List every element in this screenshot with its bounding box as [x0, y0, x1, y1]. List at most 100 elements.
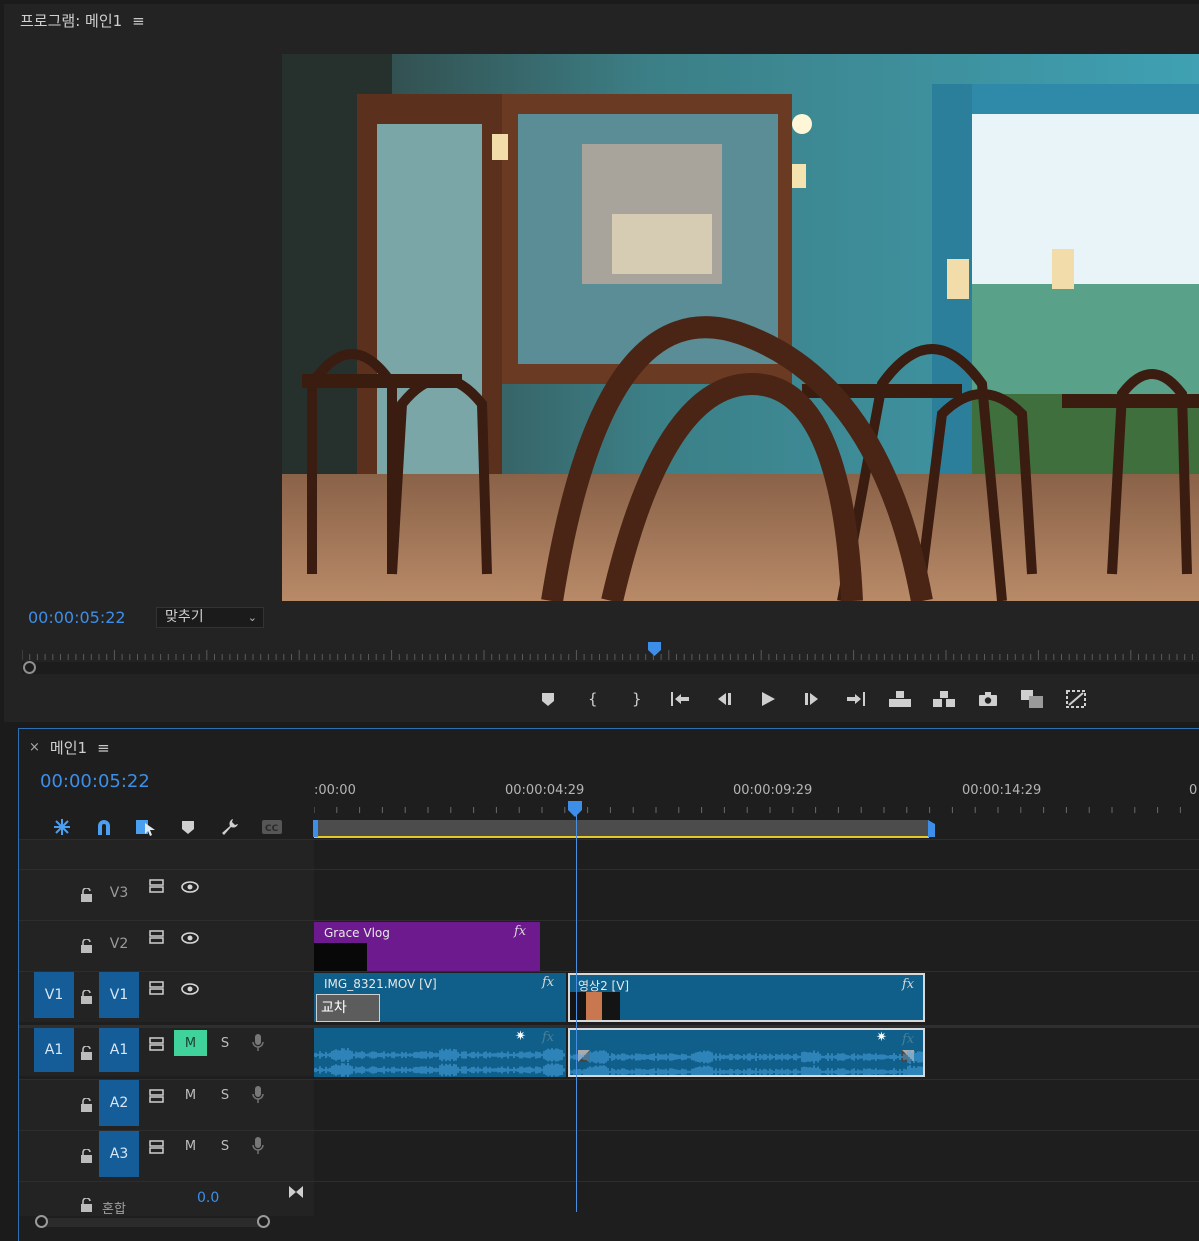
linked-selection-icon[interactable] — [125, 817, 167, 837]
track-area-v2[interactable]: Grace Vlog fx — [314, 921, 1199, 971]
audio-waveform — [570, 1050, 923, 1075]
source-patch-a1[interactable]: A1 — [34, 1028, 74, 1072]
add-marker-icon[interactable] — [167, 817, 209, 837]
panel-menu-icon[interactable]: ≡ — [97, 739, 110, 757]
wrench-icon[interactable] — [209, 817, 251, 837]
microphone-icon[interactable] — [252, 1034, 264, 1052]
sequence-title[interactable]: 메인1 — [50, 737, 87, 758]
lock-icon[interactable] — [80, 990, 94, 1004]
track-target-a3[interactable]: A3 — [99, 1131, 139, 1177]
timeline-zoom-scrollbar[interactable] — [35, 1215, 270, 1228]
add-marker-icon[interactable] — [526, 688, 570, 710]
eye-icon[interactable] — [181, 932, 199, 944]
overwrite-icon[interactable] — [1054, 688, 1098, 710]
lock-icon[interactable] — [80, 1198, 94, 1212]
track-target-v2[interactable]: V2 — [99, 921, 139, 967]
eye-icon[interactable] — [181, 983, 199, 995]
captions-icon[interactable]: CC — [251, 817, 293, 837]
panel-menu-icon[interactable]: ≡ — [132, 12, 145, 30]
track-target-v3[interactable]: V3 — [99, 870, 139, 916]
ruler-label: 0 — [1189, 783, 1198, 798]
work-area-bar[interactable] — [314, 820, 929, 837]
track-area-a2[interactable] — [314, 1080, 1199, 1130]
program-monitor-title[interactable]: 프로그램: 메인1 — [20, 10, 122, 31]
video-preview[interactable] — [282, 54, 1199, 601]
sync-lock-icon[interactable] — [149, 879, 165, 893]
track-target-v1[interactable]: V1 — [99, 972, 139, 1018]
solo-button-a3[interactable]: S — [217, 1133, 233, 1159]
playhead-timecode[interactable]: 00:00:05:22 — [28, 608, 126, 627]
play-icon[interactable] — [746, 688, 790, 710]
track-area-v1[interactable]: IMG_8321.MOV [V] fx 교차 영상2 [V] fx — [314, 972, 1199, 1022]
work-area-start-handle[interactable] — [313, 820, 318, 837]
microphone-icon[interactable] — [252, 1086, 264, 1104]
go-to-in-icon[interactable] — [658, 688, 702, 710]
zoom-handle-right[interactable] — [257, 1215, 270, 1228]
monitor-time-ruler[interactable] — [22, 644, 1199, 662]
nest-icon[interactable] — [41, 817, 83, 837]
clip-grace-vlog[interactable]: Grace Vlog fx — [314, 922, 540, 971]
solo-button-a1[interactable]: S — [217, 1030, 233, 1056]
monitor-zoom-scrollbar[interactable] — [22, 662, 1199, 674]
lock-icon[interactable] — [80, 888, 94, 902]
clip-thumbnail — [314, 943, 367, 971]
program-monitor-header: 프로그램: 메인1 ≡ — [20, 10, 145, 31]
mix-expand-icon[interactable] — [289, 1186, 303, 1198]
source-patch-v1[interactable]: V1 — [34, 972, 74, 1018]
close-icon[interactable]: × — [29, 740, 40, 755]
lock-icon[interactable] — [80, 1098, 94, 1112]
mute-button-a2[interactable]: M — [174, 1082, 207, 1108]
track-target-a1[interactable]: A1 — [99, 1028, 139, 1072]
track-a3: A3 M S — [19, 1130, 1199, 1181]
monitor-zoom-handle[interactable] — [23, 661, 36, 674]
timeline-tab[interactable]: × 메인1 ≡ — [29, 737, 110, 758]
work-area-end-handle[interactable] — [928, 820, 935, 837]
zoom-fit-dropdown[interactable]: 맞추기 ⌄ — [156, 607, 264, 628]
sync-lock-icon[interactable] — [149, 1140, 165, 1154]
ruler-ticks — [314, 807, 1181, 813]
sync-lock-icon[interactable] — [149, 1037, 165, 1051]
mute-button-a1[interactable]: M — [174, 1030, 207, 1056]
cafe-frame-image — [282, 54, 1199, 601]
mix-volume-value[interactable]: 0.0 — [197, 1190, 219, 1206]
sync-lock-icon[interactable] — [149, 981, 165, 995]
solo-button-a2[interactable]: S — [217, 1082, 233, 1108]
microphone-icon[interactable] — [252, 1137, 264, 1155]
go-to-out-icon[interactable] — [834, 688, 878, 710]
lock-icon[interactable] — [80, 1046, 94, 1060]
mark-in-icon[interactable]: { — [570, 688, 614, 710]
mark-out-icon[interactable]: } — [614, 688, 658, 710]
sync-lock-icon[interactable] — [149, 930, 165, 944]
mute-button-a3[interactable]: M — [174, 1133, 207, 1159]
clip-video2[interactable]: 영상2 [V] fx — [568, 973, 925, 1022]
step-forward-icon[interactable] — [790, 688, 834, 710]
track-mix: 혼합 0.0 — [19, 1181, 1199, 1217]
track-area-a1[interactable]: ✷ fx ✷ fx — [314, 1028, 1199, 1077]
clip-img-8321[interactable]: IMG_8321.MOV [V] fx 교차 — [314, 973, 566, 1022]
track-target-a2[interactable]: A2 — [99, 1080, 139, 1126]
track-area-v3[interactable] — [314, 870, 1199, 920]
eye-icon[interactable] — [181, 881, 199, 893]
extract-icon[interactable] — [922, 688, 966, 710]
snap-magnet-icon[interactable] — [83, 817, 125, 837]
lock-icon[interactable] — [80, 1149, 94, 1163]
fx-badge: fx — [542, 975, 555, 990]
audio-clip-2[interactable]: ✷ fx — [568, 1028, 925, 1077]
audio-clip-1[interactable]: ✷ fx — [314, 1028, 566, 1077]
track-v3: V3 — [19, 869, 1199, 920]
transition-block[interactable]: 교차 — [316, 994, 380, 1022]
lock-icon[interactable] — [80, 939, 94, 953]
ruler-label: 00:00:09:29 — [733, 783, 813, 798]
timeline-timecode[interactable]: 00:00:05:22 — [40, 771, 150, 792]
track-area-a3[interactable] — [314, 1131, 1199, 1181]
lift-icon[interactable] — [878, 688, 922, 710]
timeline-playhead-icon[interactable] — [568, 801, 582, 817]
timeline-panel: × 메인1 ≡ 00:00:05:22 CC :00:00 00:00:04:2… — [18, 728, 1199, 1241]
zoom-handle-left[interactable] — [35, 1215, 48, 1228]
monitor-playhead-icon[interactable] — [648, 642, 661, 656]
sync-lock-icon[interactable] — [149, 1089, 165, 1103]
step-back-icon[interactable] — [702, 688, 746, 710]
timeline-ruler[interactable]: :00:00 00:00:04:29 00:00:09:29 00:00:14:… — [313, 769, 1199, 839]
insert-icon[interactable] — [1010, 688, 1054, 710]
camera-icon[interactable] — [966, 688, 1010, 710]
